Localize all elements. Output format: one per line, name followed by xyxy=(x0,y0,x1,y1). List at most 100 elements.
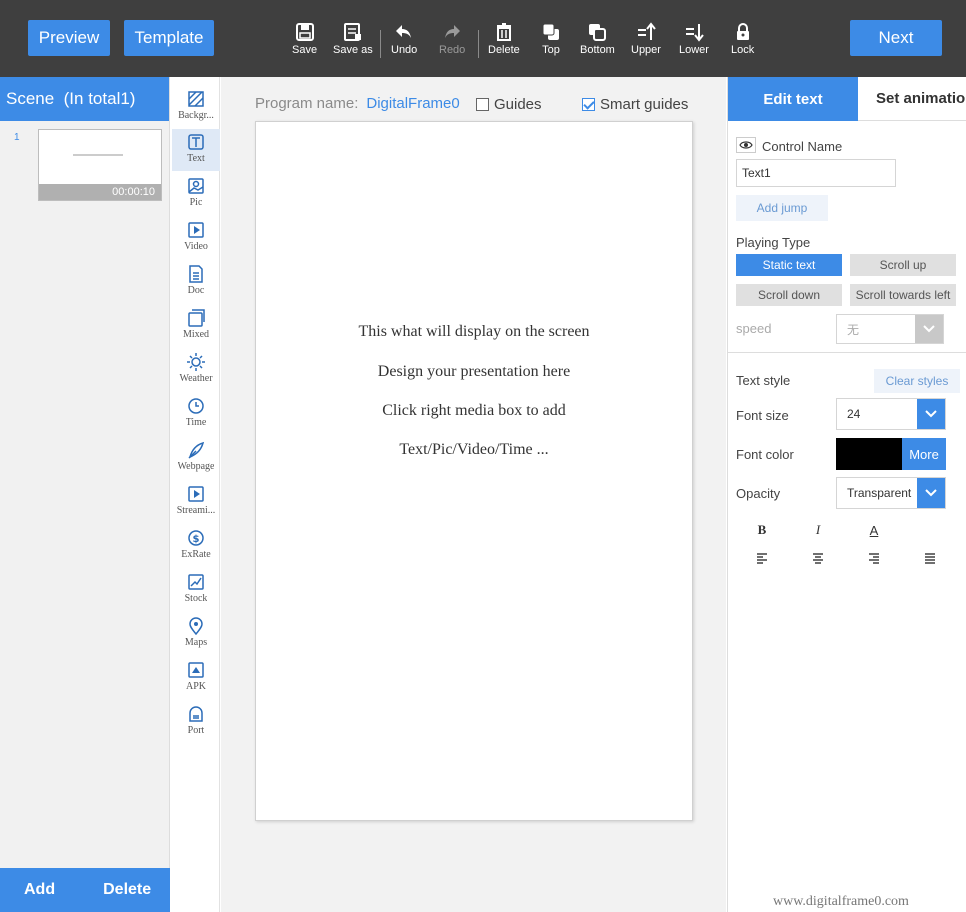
webpage-icon xyxy=(188,441,205,459)
media-item-background[interactable]: Backgr... xyxy=(172,86,220,128)
bottom-button[interactable]: Bottom xyxy=(580,22,615,56)
top-toolbar: Preview Template Save Save as Undo Redo … xyxy=(0,0,966,77)
scene-number: 1 xyxy=(14,132,20,143)
media-item-port[interactable]: Port xyxy=(172,701,220,743)
save-as-label: Save as xyxy=(333,44,373,56)
delete-button[interactable]: Delete xyxy=(488,22,520,56)
trash-icon xyxy=(496,23,511,41)
scene-header: Scene (In total1) xyxy=(0,77,169,121)
bold-button[interactable]: B xyxy=(752,520,772,540)
section-divider xyxy=(728,352,966,353)
next-button[interactable]: Next xyxy=(850,20,942,56)
media-item-streaming[interactable]: Streami... xyxy=(172,481,220,523)
visibility-toggle[interactable] xyxy=(736,137,756,153)
document-icon xyxy=(189,265,203,283)
speed-value: 无 xyxy=(847,322,860,337)
tab-set-animation[interactable]: Set animation xyxy=(858,77,966,121)
control-name-input[interactable] xyxy=(736,159,896,187)
text-icon xyxy=(188,134,204,150)
lower-button[interactable]: Lower xyxy=(679,22,709,56)
design-canvas[interactable]: This what will display on the screen Des… xyxy=(255,121,693,821)
align-justify-icon xyxy=(925,553,935,564)
guides-check-box[interactable] xyxy=(476,98,489,111)
speed-label: speed xyxy=(736,321,772,336)
media-item-weather[interactable]: Weather xyxy=(172,349,220,391)
scene-thumbnail[interactable]: 00:00:10 xyxy=(38,129,162,201)
media-item-mixed[interactable]: Mixed xyxy=(172,305,220,347)
scroll-left-button[interactable]: Scroll towards left xyxy=(850,284,956,306)
italic-button[interactable]: I xyxy=(808,520,828,540)
smart-guides-check-box[interactable] xyxy=(582,98,595,111)
canvas-text-line: This what will display on the screen xyxy=(358,323,590,340)
weather-icon xyxy=(187,353,205,371)
scroll-down-button[interactable]: Scroll down xyxy=(736,284,842,306)
program-name-value[interactable]: DigitalFrame0 xyxy=(366,95,459,112)
media-toolbar: Backgr... Text Pic Video Doc Mixed Weath… xyxy=(172,77,220,912)
map-pin-icon xyxy=(189,617,203,636)
align-center-button[interactable] xyxy=(808,548,828,568)
font-size-value: 24 xyxy=(847,407,861,421)
save-button[interactable]: Save xyxy=(292,22,317,56)
upper-button[interactable]: Upper xyxy=(631,22,661,56)
tab-edit-text[interactable]: Edit text xyxy=(728,77,858,121)
picture-icon xyxy=(188,178,204,194)
scroll-up-button[interactable]: Scroll up xyxy=(850,254,956,276)
preview-button[interactable]: Preview xyxy=(28,20,110,56)
media-label: Text xyxy=(187,153,205,164)
media-label: Video xyxy=(184,241,208,252)
justify-button[interactable] xyxy=(920,548,940,568)
media-label: Webpage xyxy=(177,461,215,472)
media-label: Streami... xyxy=(176,505,216,516)
clear-styles-button[interactable]: Clear styles xyxy=(874,369,960,393)
opacity-select[interactable]: Transparent xyxy=(836,477,946,509)
thumbnail-text-placeholder xyxy=(73,154,123,156)
align-left-button[interactable] xyxy=(752,548,772,568)
add-jump-button[interactable]: Add jump xyxy=(736,195,828,221)
font-color-swatch[interactable] xyxy=(836,438,902,470)
smart-guides-checkbox[interactable]: Smart guides xyxy=(582,96,688,113)
move-up-icon xyxy=(637,22,656,40)
program-name-bar: Program name: DigitalFrame0 xyxy=(255,95,460,112)
media-label: Pic xyxy=(189,197,203,208)
opacity-label: Opacity xyxy=(736,486,781,501)
media-item-webpage[interactable]: Webpage xyxy=(172,437,220,479)
media-item-text[interactable]: Text xyxy=(172,129,220,171)
top-button[interactable]: Top xyxy=(541,22,561,56)
media-label: Time xyxy=(185,417,207,428)
guides-checkbox[interactable]: Guides xyxy=(476,96,542,113)
media-item-maps[interactable]: Maps xyxy=(172,613,220,655)
media-item-doc[interactable]: Doc xyxy=(172,261,220,303)
media-label: Port xyxy=(187,725,205,736)
save-as-button[interactable]: Save as xyxy=(333,22,373,56)
font-color-button[interactable]: A xyxy=(864,520,884,540)
media-item-time[interactable]: Time xyxy=(172,393,220,435)
media-item-stock[interactable]: Stock xyxy=(172,569,220,611)
program-name-label: Program name: xyxy=(255,95,359,112)
redo-button[interactable]: Redo xyxy=(439,22,465,56)
font-size-select[interactable]: 24 xyxy=(836,398,946,430)
scene-panel: Scene (In total1) 1 00:00:10 Add Delete xyxy=(0,77,170,912)
media-item-apk[interactable]: APK xyxy=(172,657,220,699)
lock-label: Lock xyxy=(731,44,755,56)
add-scene-button[interactable]: Add xyxy=(24,881,55,899)
template-button[interactable]: Template xyxy=(124,20,214,56)
save-icon xyxy=(295,23,314,41)
media-item-video[interactable]: Video xyxy=(172,217,220,259)
guides-label: Guides xyxy=(494,96,542,113)
lock-button[interactable]: Lock xyxy=(731,22,754,56)
media-label: Weather xyxy=(179,373,213,384)
media-item-pic[interactable]: Pic xyxy=(172,173,220,215)
undo-button[interactable]: Undo xyxy=(391,22,417,56)
media-item-exrate[interactable]: $ ExRate xyxy=(172,525,220,567)
static-text-button[interactable]: Static text xyxy=(736,254,842,276)
canvas-text-line: Design your presentation here xyxy=(377,363,571,380)
delete-scene-button[interactable]: Delete xyxy=(103,881,151,899)
properties-panel: Edit text Set animation Control Name Add… xyxy=(727,77,966,912)
align-right-button[interactable] xyxy=(864,548,884,568)
undo-label: Undo xyxy=(391,44,418,56)
delete-label: Delete xyxy=(488,44,520,56)
bottom-label: Bottom xyxy=(580,44,615,56)
more-colors-button[interactable]: More xyxy=(902,438,946,470)
top-label: Top xyxy=(542,44,560,56)
speed-select[interactable]: 无 xyxy=(836,314,944,344)
